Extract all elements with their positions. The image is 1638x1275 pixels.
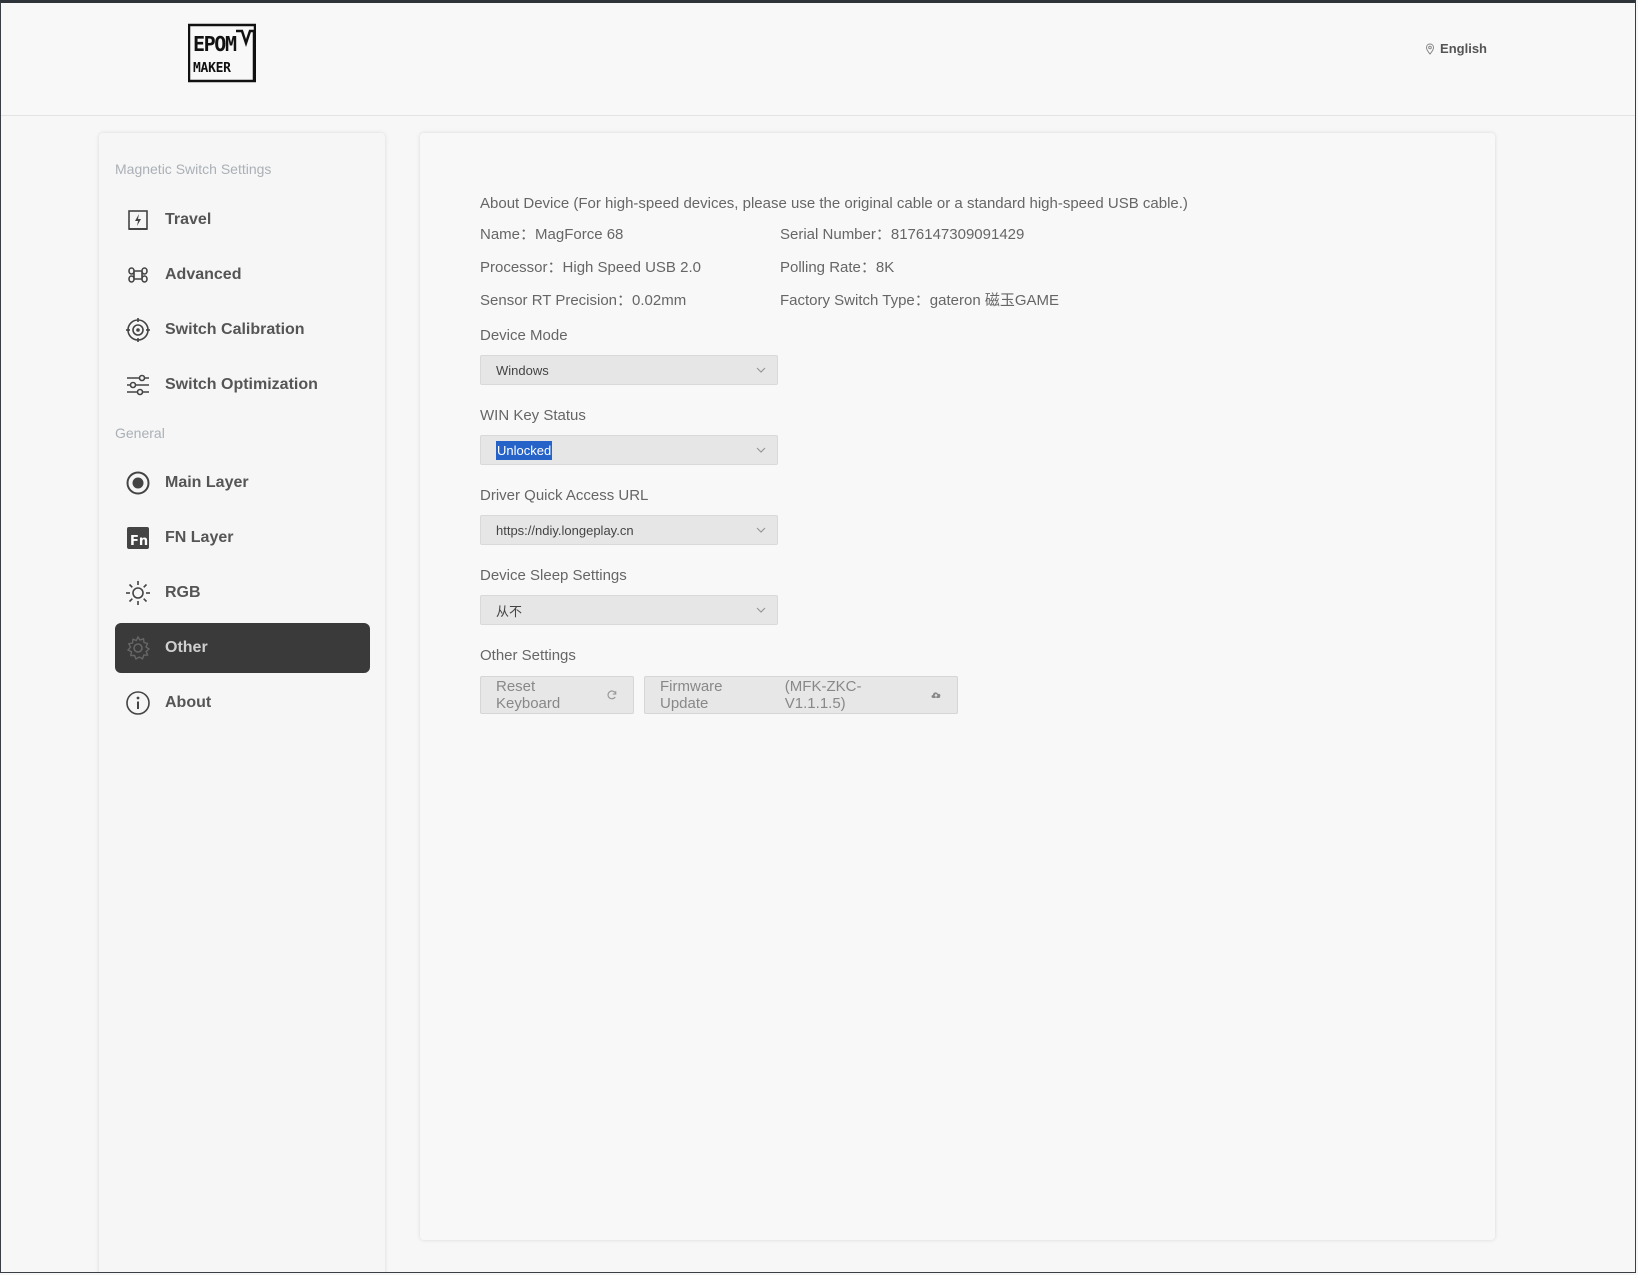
driver-url-value: https://ndiy.longeplay.cn — [496, 522, 634, 538]
firmware-version: (MFK-ZKC-V1.1.1.5) — [784, 678, 862, 712]
device-mode-value: Windows — [496, 362, 549, 378]
sidebar-item-label: FN Layer — [165, 529, 234, 546]
sidebar-item-label: Travel — [165, 211, 212, 228]
device-sleep-value: 从不 — [496, 603, 523, 619]
firmware-update-label: Firmware Update — [660, 678, 723, 712]
sidebar-item-label: Switch Optimization — [165, 376, 318, 393]
sidebar-item-label: Switch Calibration — [165, 321, 305, 338]
sidebar-item-fn-layer[interactable]: Fn FN Layer — [115, 513, 370, 563]
cloud-upload-icon — [931, 692, 941, 698]
main-layer-icon — [125, 470, 151, 496]
sidebar-item-rgb[interactable]: RGB — [115, 568, 370, 618]
language-selector[interactable]: English — [1424, 41, 1487, 56]
reset-keyboard-button[interactable]: Reset Keyboard — [480, 676, 634, 714]
serial-number-row: Serial Number：8176147309091429 — [780, 223, 1024, 244]
command-icon — [125, 262, 151, 288]
calibration-icon — [125, 317, 151, 343]
sliders-icon — [125, 372, 151, 398]
driver-url-select[interactable]: https://ndiy.longeplay.cn — [480, 515, 778, 545]
logo-bottom-text: MAKER — [193, 61, 231, 76]
factory-switch-type-value: gateron 磁玉GAME — [929, 292, 1059, 309]
fn-icon: Fn — [125, 525, 151, 551]
device-mode-select[interactable]: Windows — [480, 355, 778, 385]
factory-switch-type-row: Factory Switch Type：gateron 磁玉GAME — [780, 289, 1059, 310]
sidebar-item-label: About — [165, 694, 212, 711]
device-name-label: Name： — [480, 226, 536, 243]
sensor-precision-label: Sensor RT Precision： — [480, 292, 633, 309]
reset-keyboard-label: Reset Keyboard — [496, 678, 561, 712]
info-icon — [125, 690, 151, 716]
processor-label: Processor： — [480, 259, 563, 276]
serial-number-value: 8176147309091429 — [890, 226, 1025, 243]
chevron-down-icon — [756, 367, 766, 373]
sidebar: Magnetic Switch Settings Travel Advanced… — [99, 133, 385, 1272]
processor-value: High Speed USB 2.0 — [562, 259, 701, 276]
location-pin-icon — [1426, 42, 1435, 55]
sensor-precision-value: 0.02mm — [632, 292, 687, 309]
polling-rate-value: 8K — [875, 259, 895, 276]
sidebar-item-advanced[interactable]: Advanced — [115, 250, 370, 300]
device-name-row: Name：MagForce 68 — [480, 223, 623, 244]
chevron-down-icon — [756, 527, 766, 533]
firmware-update-button[interactable]: Firmware Update (MFK-ZKC-V1.1.1.5) — [644, 676, 958, 714]
win-key-status-label: WIN Key Status — [480, 407, 586, 424]
sidebar-item-label: Advanced — [165, 266, 242, 283]
sidebar-item-main-layer[interactable]: Main Layer — [115, 458, 370, 508]
device-name-value: MagForce 68 — [535, 226, 624, 243]
refresh-icon — [607, 690, 617, 700]
sidebar-item-label: Main Layer — [165, 474, 249, 491]
about-device-heading: About Device (For high-speed devices, pl… — [480, 195, 1188, 212]
logo-top-text: EPOM — [193, 32, 237, 56]
sidebar-item-switch-optimization[interactable]: Switch Optimization — [115, 360, 370, 410]
sun-icon — [125, 580, 151, 606]
serial-number-label: Serial Number： — [780, 226, 891, 243]
win-key-status-select[interactable]: Unlocked — [480, 435, 778, 465]
app-window: EPOM MAKER English Magnetic Switch Setti… — [0, 0, 1636, 1273]
win-key-status-value: Unlocked — [496, 440, 553, 460]
chevron-down-icon — [756, 447, 766, 453]
sidebar-item-label: RGB — [165, 584, 201, 601]
sidebar-item-travel[interactable]: Travel — [115, 195, 370, 245]
device-sleep-select[interactable]: 从不 — [480, 595, 778, 625]
section-magnetic-switch-settings: Magnetic Switch Settings — [115, 161, 272, 177]
sidebar-item-label: Other — [165, 639, 208, 656]
other-settings-label: Other Settings — [480, 647, 576, 664]
sidebar-item-switch-calibration[interactable]: Switch Calibration — [115, 305, 370, 355]
chevron-down-icon — [756, 607, 766, 613]
factory-switch-type-label: Factory Switch Type： — [780, 292, 930, 309]
driver-url-label: Driver Quick Access URL — [480, 487, 649, 504]
processor-row: Processor：High Speed USB 2.0 — [480, 256, 701, 277]
gear-icon — [125, 635, 151, 661]
top-bar: EPOM MAKER English — [1, 3, 1635, 116]
section-general: General — [115, 425, 165, 441]
settings-panel: About Device (For high-speed devices, pl… — [420, 133, 1495, 1240]
device-mode-label: Device Mode — [480, 327, 568, 344]
sidebar-item-other[interactable]: Other — [115, 623, 370, 673]
sensor-precision-row: Sensor RT Precision：0.02mm — [480, 289, 686, 310]
device-sleep-label: Device Sleep Settings — [480, 567, 627, 584]
epomaker-logo: EPOM MAKER — [187, 23, 257, 83]
polling-rate-label: Polling Rate： — [780, 259, 876, 276]
svg-text:Fn: Fn — [130, 534, 148, 549]
travel-icon — [125, 207, 151, 233]
language-label: English — [1440, 41, 1487, 56]
polling-rate-row: Polling Rate：8K — [780, 256, 894, 277]
sidebar-item-about[interactable]: About — [115, 678, 370, 728]
